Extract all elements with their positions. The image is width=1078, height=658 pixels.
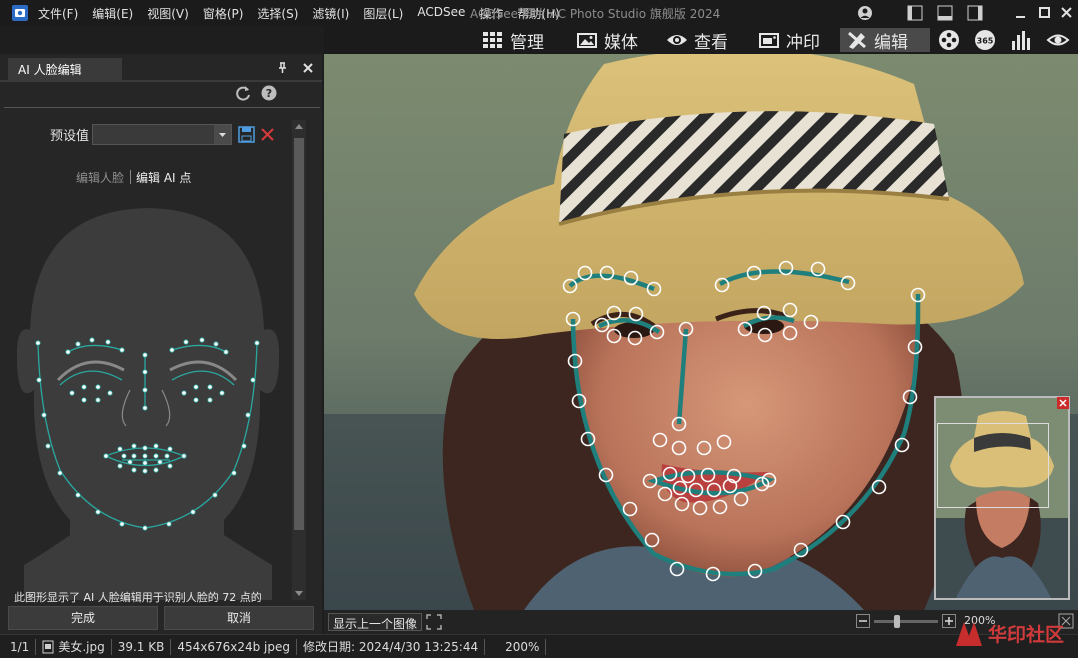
- status-zoom: 200%: [499, 638, 547, 655]
- mode-media-label: 媒体: [604, 32, 638, 53]
- panel-toolbar-divider: [4, 107, 320, 108]
- minimize-icon[interactable]: [1013, 5, 1029, 24]
- menu-acdsee[interactable]: ACDSee: [417, 5, 465, 22]
- maximize-icon[interactable]: [1037, 5, 1053, 24]
- account-icon[interactable]: [857, 5, 873, 24]
- scroll-up-icon[interactable]: [292, 120, 306, 132]
- preset-dropdown[interactable]: [92, 124, 232, 145]
- head-silhouette: [16, 208, 280, 600]
- close-icon[interactable]: [1059, 5, 1075, 24]
- navigator-close-icon[interactable]: [1057, 397, 1069, 409]
- layout-bottom-icon[interactable]: [937, 5, 953, 24]
- eye-icon: [667, 35, 687, 45]
- status-filename: 美女.jpg: [58, 639, 105, 654]
- title-bar: 文件(F) 编辑(E) 视图(V) 窗格(P) 选择(S) 滤镜(I) 图层(L…: [0, 0, 1078, 26]
- mode-view-label: 查看: [694, 32, 728, 53]
- pin-icon[interactable]: [276, 62, 288, 77]
- subtab-edit-face[interactable]: 编辑人脸: [76, 169, 124, 186]
- cancel-button[interactable]: 取消: [164, 606, 314, 630]
- mode-edit[interactable]: 编辑: [840, 28, 930, 53]
- mode-manage-label: 管理: [510, 32, 544, 53]
- status-file: 美女.jpg: [36, 638, 112, 655]
- mode-bar: 管理 媒体 查看 冲印 编辑 365: [324, 26, 1078, 54]
- landmark-lines: [568, 269, 921, 577]
- svg-text:365: 365: [977, 37, 994, 46]
- menu-file[interactable]: 文件(F): [38, 5, 78, 22]
- film-icon[interactable]: [938, 29, 960, 54]
- face-diagram: [16, 208, 280, 600]
- panel-tab[interactable]: AI 人脸编辑: [8, 58, 122, 80]
- save-preset-icon[interactable]: [238, 126, 255, 146]
- delete-preset-icon[interactable]: [259, 126, 276, 146]
- subtab-edit-ai-points[interactable]: 编辑 AI 点: [136, 169, 191, 186]
- preset-label: 预设值: [50, 129, 90, 144]
- menu-edit[interactable]: 编辑(E): [92, 5, 133, 22]
- zoom-slider-thumb[interactable]: [894, 615, 900, 628]
- status-modified: 修改日期: 2024/4/30 13:25:44: [297, 638, 486, 655]
- panel-close-icon[interactable]: [302, 62, 314, 77]
- menu-filter[interactable]: 滤镜(I): [312, 5, 349, 22]
- navigator-thumbnail[interactable]: [934, 396, 1070, 600]
- menu-view[interactable]: 视图(V): [147, 5, 189, 22]
- mode-media[interactable]: 媒体: [576, 28, 656, 53]
- fit-screen-icon[interactable]: [426, 614, 442, 633]
- menu-layer[interactable]: 图层(L): [363, 5, 403, 22]
- edit-icon: [848, 31, 866, 49]
- file-icon: [42, 640, 54, 653]
- app-icon: [12, 5, 28, 21]
- show-previous-button[interactable]: 显示上一个图像: [328, 613, 423, 631]
- status-dimensions: 454x676x24b jpeg: [171, 638, 298, 655]
- menu-select[interactable]: 选择(S): [257, 5, 298, 22]
- done-button[interactable]: 完成: [8, 606, 158, 630]
- watermark: 华印社区: [954, 618, 1064, 648]
- dropdown-arrow-icon: [214, 125, 231, 144]
- reset-icon[interactable]: [235, 85, 251, 104]
- ai-face-edit-panel: AI 人脸编辑 ? 预设值 编辑人脸 编辑 AI 点 此图形显示了 AI 人脸编…: [0, 54, 322, 634]
- acdsee-365-icon[interactable]: 365: [974, 29, 996, 54]
- help-icon[interactable]: ?: [261, 85, 277, 104]
- develop-icon: [759, 33, 779, 48]
- photo-icon: [577, 33, 597, 48]
- watermark-text: 华印社区: [988, 623, 1065, 646]
- mode-develop[interactable]: 冲印: [758, 28, 836, 53]
- dashboard-icon[interactable]: [1010, 29, 1032, 54]
- grid-icon: [483, 32, 502, 48]
- zoom-slider[interactable]: [874, 615, 938, 628]
- landmark-points: [562, 260, 926, 582]
- panel-tab-divider: [0, 80, 322, 82]
- image-canvas[interactable]: [324, 54, 1078, 610]
- menu-pane[interactable]: 窗格(P): [203, 5, 244, 22]
- scrollbar[interactable]: [292, 120, 306, 600]
- overlay-eye-icon[interactable]: [1046, 29, 1070, 54]
- status-filesize: 39.1 KB: [112, 638, 172, 655]
- info-text: 此图形显示了 AI 人脸编辑用于识别人脸的 72 点的: [14, 591, 262, 604]
- scrollbar-thumb[interactable]: [294, 138, 304, 530]
- scroll-down-icon[interactable]: [292, 588, 306, 600]
- mode-view[interactable]: 查看: [666, 28, 746, 53]
- subtab-divider: [130, 170, 131, 184]
- mode-manage[interactable]: 管理: [482, 28, 570, 53]
- status-index: 1/1: [0, 638, 37, 655]
- app-title: ACDSee 照片 AC Photo Studio 旗舰版 2024: [470, 7, 721, 21]
- layout-left-icon[interactable]: [907, 5, 923, 24]
- svg-text:?: ?: [266, 87, 272, 100]
- navigator-viewport[interactable]: [937, 423, 1049, 508]
- layout-right-icon[interactable]: [967, 5, 983, 24]
- watermark-logo-icon: [956, 622, 982, 646]
- status-bar: 1/1 美女.jpg 39.1 KB 454x676x24b jpeg 修改日期…: [0, 634, 1078, 658]
- mode-edit-label: 编辑: [874, 32, 908, 53]
- mode-develop-label: 冲印: [786, 32, 820, 53]
- zoom-out-icon[interactable]: [856, 614, 870, 631]
